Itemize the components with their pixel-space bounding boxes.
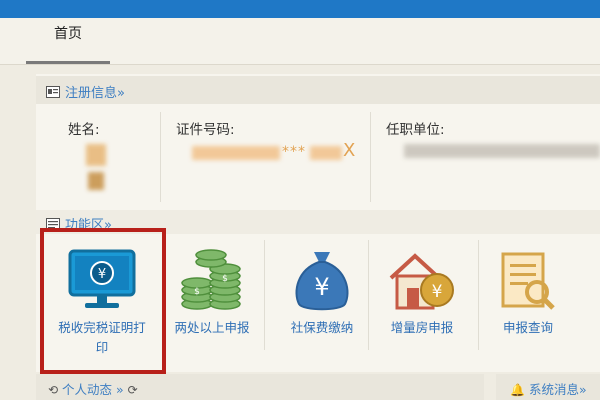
- func-label: 两处以上申报: [174, 320, 250, 335]
- func-social-security-payment[interactable]: ¥ 社保费缴纳: [272, 240, 372, 360]
- tab-home[interactable]: 首页: [26, 18, 110, 64]
- id-value-suffix: X: [343, 140, 356, 161]
- top-bar: [0, 0, 600, 18]
- highlight-box: [40, 228, 166, 374]
- divider: [370, 112, 371, 202]
- personal-dynamics-title: 个人动态 »: [62, 382, 124, 397]
- svg-text:¥: ¥: [314, 273, 329, 301]
- employer-value-blurred: [404, 144, 600, 158]
- svg-text:$: $: [194, 287, 200, 297]
- house-yuan-icon: ¥: [389, 253, 454, 310]
- id-value-blurred: [192, 146, 280, 160]
- divider: [264, 240, 265, 350]
- func-label: 社保费缴纳: [290, 320, 354, 335]
- refresh-icon[interactable]: ⟳: [128, 383, 138, 397]
- divider: [478, 240, 479, 350]
- document-search-icon: [501, 252, 555, 310]
- id-value-blurred-2: [310, 146, 342, 160]
- divider: [368, 240, 369, 350]
- coin-stacks-icon: $ $: [181, 249, 241, 310]
- money-bag-icon: ¥: [295, 252, 349, 311]
- registration-header-link[interactable]: 注册信息»: [46, 82, 125, 101]
- func-label: 申报查询: [502, 320, 553, 335]
- registration-header: 注册信息»: [36, 76, 600, 104]
- svg-text:$: $: [222, 274, 228, 284]
- personal-dynamics-link[interactable]: ⟲ 个人动态 » ⟳: [48, 379, 138, 398]
- func-declaration-query[interactable]: 申报查询: [478, 240, 578, 360]
- tab-bar: 首页: [0, 18, 600, 65]
- employer-label: 任职单位:: [386, 122, 445, 138]
- bell-icon: 🔔: [510, 383, 525, 397]
- registration-title: 注册信息»: [65, 86, 125, 101]
- id-value-masked: ***: [282, 144, 306, 160]
- func-label: 增量房申报: [390, 320, 454, 335]
- func-incremental-house-declare[interactable]: ¥ 增量房申报: [372, 240, 472, 360]
- name-value-blurred-2: [88, 172, 104, 190]
- history-icon: ⟲: [48, 383, 59, 397]
- func-multi-location-declare[interactable]: $ $ 两处以上申报: [162, 240, 262, 360]
- name-label: 姓名:: [68, 122, 100, 138]
- svg-text:¥: ¥: [432, 282, 443, 302]
- divider: [160, 112, 161, 202]
- personal-dynamics-header: ⟲ 个人动态 » ⟳: [36, 374, 484, 400]
- id-label: 证件号码:: [176, 122, 235, 138]
- system-messages-title: 系统消息»: [528, 382, 587, 397]
- system-messages-link[interactable]: 🔔 系统消息»: [510, 379, 587, 398]
- id-card-icon: [46, 86, 60, 98]
- name-value-blurred: [86, 144, 106, 166]
- system-messages-header: 🔔 系统消息»: [496, 374, 600, 400]
